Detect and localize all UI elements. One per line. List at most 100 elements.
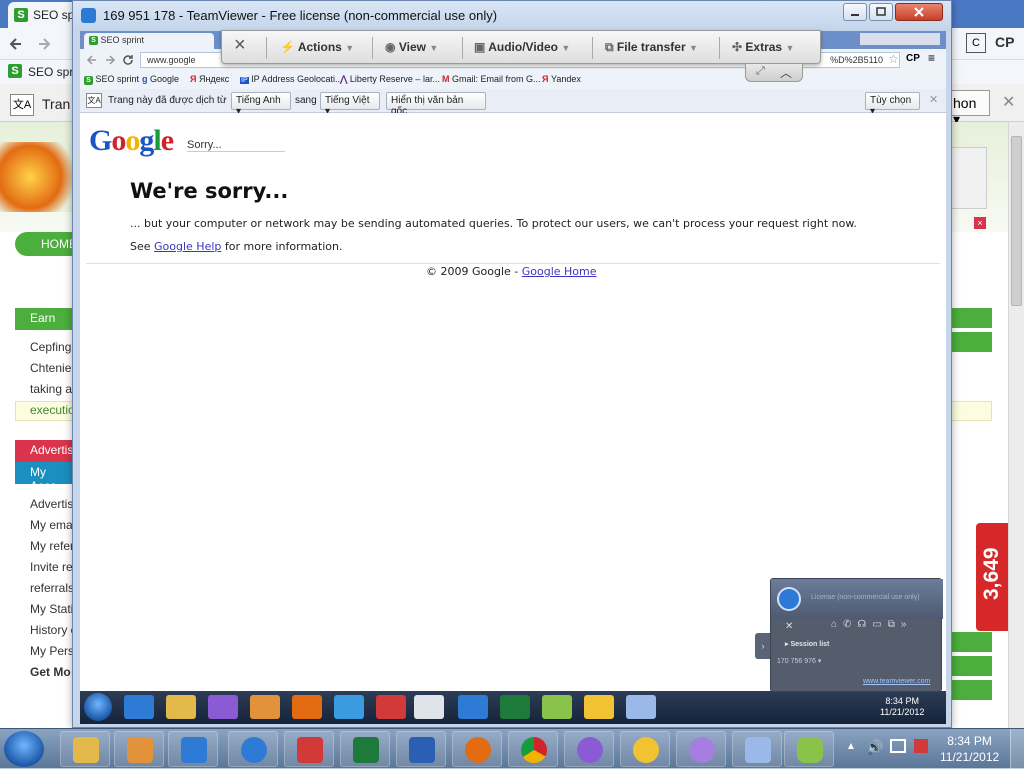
minimize-button[interactable]	[843, 3, 867, 21]
game-icon[interactable]	[584, 695, 614, 719]
bookmark[interactable]: g Google	[142, 74, 179, 84]
account-item[interactable]: History c	[30, 623, 77, 637]
bookmark[interactable]: Я Яндекс	[190, 74, 229, 84]
session-list-header[interactable]: ▸ Session list	[785, 640, 829, 648]
taskbar-gtalk[interactable]	[784, 731, 834, 767]
close-session-button[interactable]: ×	[234, 34, 246, 57]
forward-icon[interactable]	[36, 36, 52, 52]
account-item[interactable]: My Stati	[30, 602, 73, 616]
expand-toggle[interactable]	[950, 680, 992, 700]
teamviewer-titlebar[interactable]: 169 951 178 - TeamViewer - Free license …	[73, 1, 951, 31]
taskbar-yahoo[interactable]	[564, 731, 614, 767]
bookmark[interactable]: IP IP Address Geolocati...	[240, 74, 343, 84]
back-icon[interactable]	[86, 54, 98, 66]
show-hidden-icons[interactable]: ▲	[846, 741, 856, 752]
network-icon[interactable]	[890, 739, 906, 753]
app-icon[interactable]	[626, 695, 656, 719]
earn-item[interactable]: executio	[30, 403, 75, 417]
session-id[interactable]: 170 756 976 ▾	[777, 657, 821, 665]
bookmark[interactable]: S SEO sprint	[84, 74, 139, 85]
remote-window-controls[interactable]	[860, 33, 940, 45]
scrollbar-thumb[interactable]	[1011, 136, 1022, 306]
start-button[interactable]	[4, 731, 44, 767]
taskbar-firefox[interactable]	[452, 731, 502, 767]
translate-from-select[interactable]: Tiếng Anh ▾	[231, 92, 291, 117]
taskbar-unikey[interactable]	[284, 731, 334, 767]
file-transfer-menu[interactable]: ⧉ File transfer ▼	[605, 40, 698, 55]
taskbar-media-player[interactable]	[114, 731, 164, 767]
teamviewer-website-link[interactable]: www.teamviewer.com	[863, 678, 930, 685]
earn-item[interactable]: taking a	[30, 382, 72, 396]
taskbar-chrome[interactable]	[508, 731, 558, 767]
taskbar-word[interactable]	[396, 731, 446, 767]
star-icon[interactable]: ☆	[888, 52, 899, 66]
home-button[interactable]: HOME	[15, 232, 77, 256]
earn-item[interactable]: Chtenie	[30, 361, 71, 375]
account-item[interactable]: My refer	[30, 539, 74, 553]
account-item[interactable]: Invite re	[30, 560, 73, 574]
taskbar-yahoo-2[interactable]	[676, 731, 726, 767]
account-item[interactable]: My emai	[30, 518, 75, 532]
unikey-icon[interactable]	[376, 695, 406, 719]
fullscreen-icon[interactable]: ⤢	[756, 65, 765, 78]
extension-cp-icon[interactable]: CP	[906, 53, 920, 64]
bookmark[interactable]: Я Yandex	[542, 74, 581, 84]
forward-icon[interactable]	[104, 54, 116, 66]
close-icon[interactable]: ×	[974, 217, 986, 229]
earn-header[interactable]: Earn	[15, 308, 75, 330]
close-button[interactable]	[895, 3, 943, 21]
taskbar-ie[interactable]	[228, 731, 278, 767]
translate-to-select[interactable]: Tiếng Việt ▾	[320, 92, 380, 117]
extension-cp-icon[interactable]: CP	[995, 34, 1014, 50]
expand-toggle[interactable]	[950, 632, 992, 652]
chrome-icon[interactable]	[414, 695, 444, 719]
account-item[interactable]: referrals	[30, 581, 74, 595]
show-original-button[interactable]: Hiển thị văn bản gốc	[386, 92, 486, 117]
background-scrollbar[interactable]	[1008, 122, 1024, 728]
close-icon[interactable]: ✕	[1002, 92, 1015, 112]
gtalk-icon[interactable]	[542, 695, 572, 719]
action-center-icon[interactable]	[914, 739, 928, 753]
advertise-header[interactable]: Advertis	[15, 440, 75, 462]
toolbar-collapse-tab[interactable]: ⤢ ︿	[745, 64, 803, 82]
account-item[interactable]: Advertis	[30, 497, 73, 511]
remote-start-button[interactable]	[84, 693, 112, 721]
expand-toggle[interactable]	[950, 308, 992, 328]
taskbar-explorer[interactable]	[60, 731, 110, 767]
translate-options-button[interactable]: Tùy chọn ▾	[865, 92, 920, 117]
excel-icon[interactable]	[500, 695, 530, 719]
background-translate-select[interactable]: hon ▾	[950, 90, 990, 127]
taskbar-game[interactable]	[620, 731, 670, 767]
taskbar-app[interactable]	[732, 731, 782, 767]
folder-icon[interactable]	[166, 695, 196, 719]
yahoo-messenger-icon[interactable]	[208, 695, 238, 719]
close-icon[interactable]: ✕	[929, 93, 938, 106]
extension-icon[interactable]: C	[966, 33, 986, 53]
system-clock[interactable]: 8:34 PM 11/21/2012	[940, 733, 999, 765]
show-desktop-button[interactable]	[1010, 729, 1024, 769]
audio-video-menu[interactable]: ▣ Audio/Video ▼	[474, 40, 570, 54]
teamviewer-icon[interactable]	[458, 695, 488, 719]
expand-toggle[interactable]	[950, 656, 992, 676]
remote-tab[interactable]: S SEO sprint	[84, 33, 214, 49]
chevron-up-icon[interactable]: ︿	[780, 64, 792, 81]
firefox-icon[interactable]	[292, 695, 322, 719]
volume-icon[interactable]: 🔊	[866, 739, 883, 756]
reload-icon[interactable]	[122, 54, 134, 66]
bookmark[interactable]: M Gmail: Email from G...	[442, 74, 541, 84]
extras-menu[interactable]: ✣ Extras ▼	[732, 40, 794, 54]
my-account-header[interactable]: My Acco	[15, 462, 75, 493]
taskbar-excel[interactable]	[340, 731, 390, 767]
expand-toggle[interactable]	[950, 332, 992, 352]
view-menu[interactable]: ◉ View ▼	[385, 40, 438, 54]
internet-explorer-icon[interactable]	[124, 695, 154, 719]
google-help-link[interactable]: Google Help	[154, 240, 221, 253]
panel-actions-icons[interactable]: ⌂✆☊▭⧉»	[831, 619, 912, 630]
maximize-button[interactable]	[869, 3, 893, 21]
google-home-link[interactable]: Google Home	[522, 265, 597, 278]
account-item[interactable]: Get Mo	[30, 665, 71, 679]
remote-clock[interactable]: 8:34 PM 11/21/2012	[880, 696, 924, 718]
actions-menu[interactable]: ⚡ Actions ▼	[280, 40, 354, 54]
back-icon[interactable]	[8, 36, 24, 52]
close-icon[interactable]: ✕	[785, 621, 793, 632]
